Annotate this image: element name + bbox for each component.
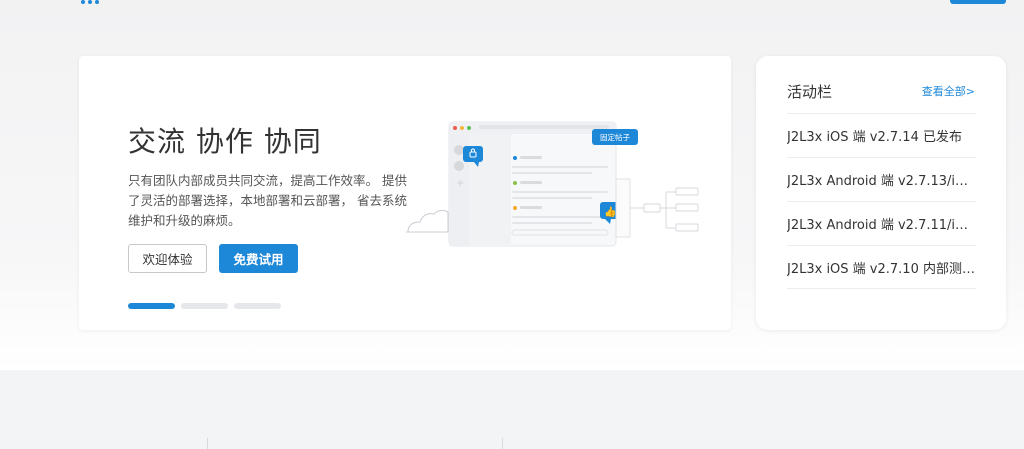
- post-line: [520, 156, 542, 159]
- post-marker: [513, 181, 517, 185]
- post-line: [512, 172, 592, 174]
- free-trial-button[interactable]: 免费试用: [219, 244, 298, 273]
- tree-node: [675, 203, 699, 212]
- lock-chat-bubble: [463, 146, 483, 162]
- window-address-bar: [479, 125, 609, 129]
- carousel-dot-2[interactable]: [181, 303, 228, 309]
- tree-node: [675, 187, 699, 196]
- activity-list: J2L3x iOS 端 v2.7.14 已发布 J2L3x Android 端 …: [787, 113, 976, 289]
- sidebar-avatar: [454, 161, 464, 171]
- post-line: [512, 191, 608, 193]
- post-line: [512, 197, 592, 199]
- logo[interactable]: [81, 0, 99, 6]
- post-line: [512, 216, 608, 218]
- window-close-dot: [453, 126, 457, 130]
- hero-description: 只有团队内部成员共同交流，提高工作效率。 提供了灵活的部署选择，本地部署和云部署…: [128, 173, 407, 228]
- post-line: [520, 181, 542, 184]
- welcome-experience-button[interactable]: 欢迎体验: [128, 244, 207, 273]
- sidebar-add-icon: +: [456, 178, 464, 189]
- activity-panel: 活动栏 查看全部> J2L3x iOS 端 v2.7.14 已发布 J2L3x …: [756, 56, 1006, 330]
- collaboration-illustration: + 👍 固定帖子: [406, 121, 699, 247]
- post-line: [512, 166, 608, 168]
- section-divider: [502, 438, 503, 449]
- hero-banner-card: 交流 协作 协同 只有团队内部成员共同交流，提高工作效率。 提供了灵活的部署选择…: [79, 56, 731, 330]
- diagram-panel: [615, 178, 631, 238]
- activity-panel-title: 活动栏: [787, 83, 833, 101]
- logo-dot: [81, 0, 85, 4]
- logo-dot: [88, 0, 92, 4]
- header-login-button[interactable]: [950, 0, 1006, 4]
- carousel-dot-1[interactable]: [128, 303, 175, 309]
- activity-item[interactable]: J2L3x iOS 端 v2.7.14 已发布: [787, 113, 976, 157]
- activity-item[interactable]: J2L3x Android 端 v2.7.11/i…: [787, 201, 976, 245]
- carousel-dot-3[interactable]: [234, 303, 281, 309]
- pinned-post-tag-label: 固定帖子: [600, 132, 630, 142]
- sidebar-avatar: [454, 145, 464, 155]
- lower-section-background: [0, 370, 1024, 449]
- post-line: [512, 222, 592, 224]
- logo-dot: [95, 0, 99, 4]
- activity-item[interactable]: J2L3x Android 端 v2.7.13/i…: [787, 157, 976, 201]
- post-marker: [513, 206, 517, 210]
- cloud-icon: [407, 209, 449, 233]
- section-divider: [207, 438, 208, 449]
- thumbs-up-icon: 👍: [604, 205, 616, 218]
- activity-item[interactable]: J2L3x iOS 端 v2.7.10 内部测…: [787, 245, 976, 289]
- view-all-link[interactable]: 查看全部>: [922, 83, 975, 99]
- post-line: [520, 206, 542, 209]
- hero-title: 交流 协作 协同: [128, 125, 322, 158]
- post-marker: [513, 156, 517, 160]
- carousel-indicators: [128, 303, 281, 309]
- tree-node: [675, 223, 699, 232]
- window-max-dot: [467, 126, 471, 130]
- tree-node: [643, 203, 661, 213]
- window-min-dot: [460, 126, 464, 130]
